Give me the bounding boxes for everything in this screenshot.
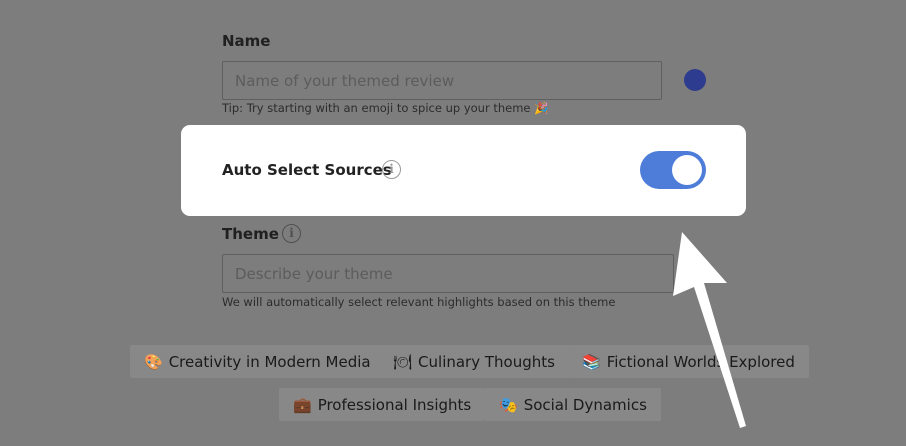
theme-tip: We will automatically select relevant hi… [222,295,616,309]
auto-select-card: Auto Select Sources i [181,125,746,216]
toggle-knob [672,155,702,185]
books-icon: 📚 [582,352,601,371]
theme-info-icon[interactable]: i [282,224,301,243]
theme-input[interactable] [222,254,674,293]
suggestion-chip-creativity[interactable]: 🎨 Creativity in Modern Media [130,345,385,378]
name-label: Name [222,32,271,50]
auto-select-label: Auto Select Sources [222,161,392,179]
chip-label: Creativity in Modern Media [168,352,371,371]
suggestion-chip-professional[interactable]: 💼 Professional Insights [279,388,486,421]
auto-select-toggle[interactable] [640,151,706,189]
name-tip: Tip: Try starting with an emoji to spice… [222,101,549,115]
suggestion-chip-culinary[interactable]: 🍽 Culinary Thoughts [379,345,569,378]
chip-label: Professional Insights [317,395,472,414]
plate-icon: 🍽 [393,352,413,371]
chip-label: Culinary Thoughts [418,352,555,371]
theme-label: Theme [222,225,279,243]
palette-icon: 🎨 [144,352,163,371]
suggestion-chip-social[interactable]: 🎭 Social Dynamics [485,388,661,421]
chip-label: Fictional Worlds Explored [606,352,795,371]
name-input[interactable] [222,61,662,100]
info-icon[interactable]: i [382,160,401,179]
chip-label: Social Dynamics [523,395,647,414]
emoji-picker-dot[interactable] [684,69,706,91]
suggestion-chip-fictional[interactable]: 📚 Fictional Worlds Explored [568,345,809,378]
masks-icon: 🎭 [499,395,518,414]
briefcase-icon: 💼 [293,395,312,414]
